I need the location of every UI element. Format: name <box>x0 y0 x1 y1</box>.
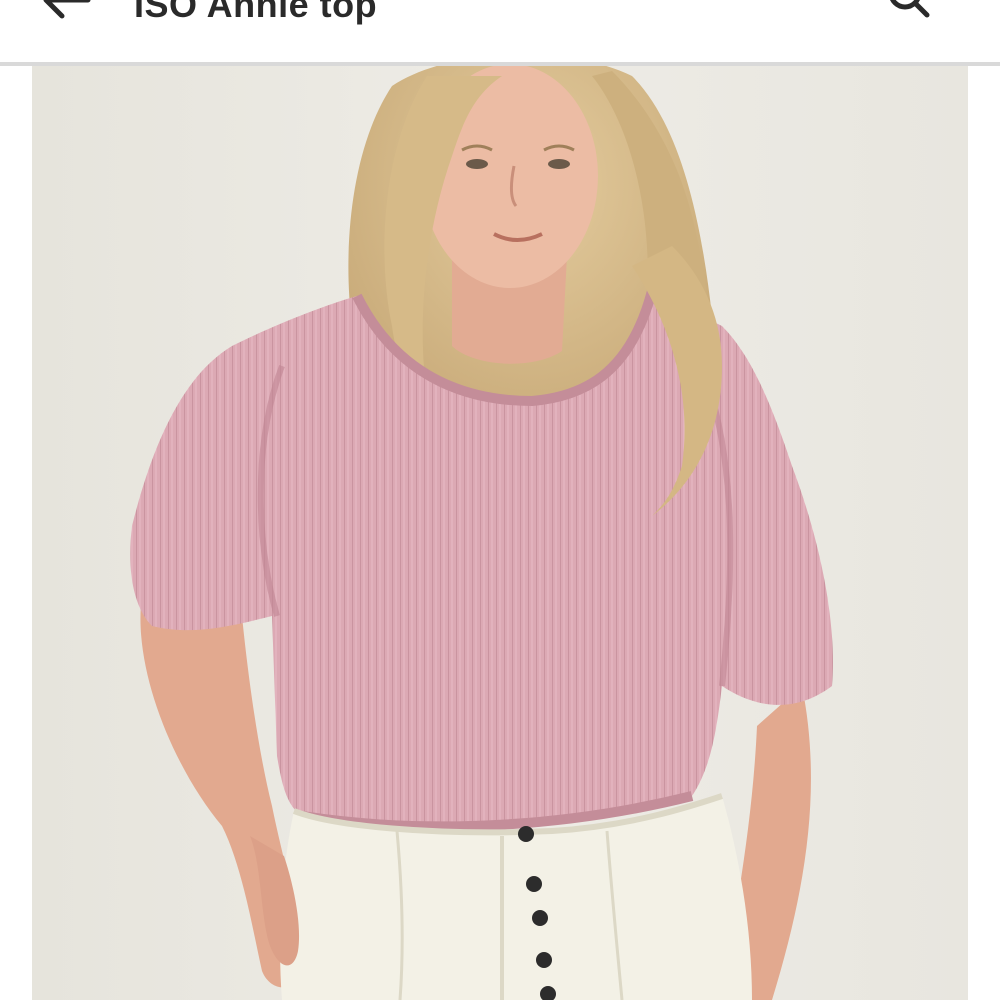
product-photo-illustration <box>32 66 968 1000</box>
search-icon[interactable] <box>884 0 934 22</box>
product-photo[interactable] <box>32 66 968 1000</box>
top-app-bar: ISO Annie top <box>0 0 1000 66</box>
page-title: ISO Annie top <box>134 0 378 25</box>
back-arrow-icon[interactable] <box>36 0 96 30</box>
app-screen: ISO Annie top <box>0 0 1000 1000</box>
